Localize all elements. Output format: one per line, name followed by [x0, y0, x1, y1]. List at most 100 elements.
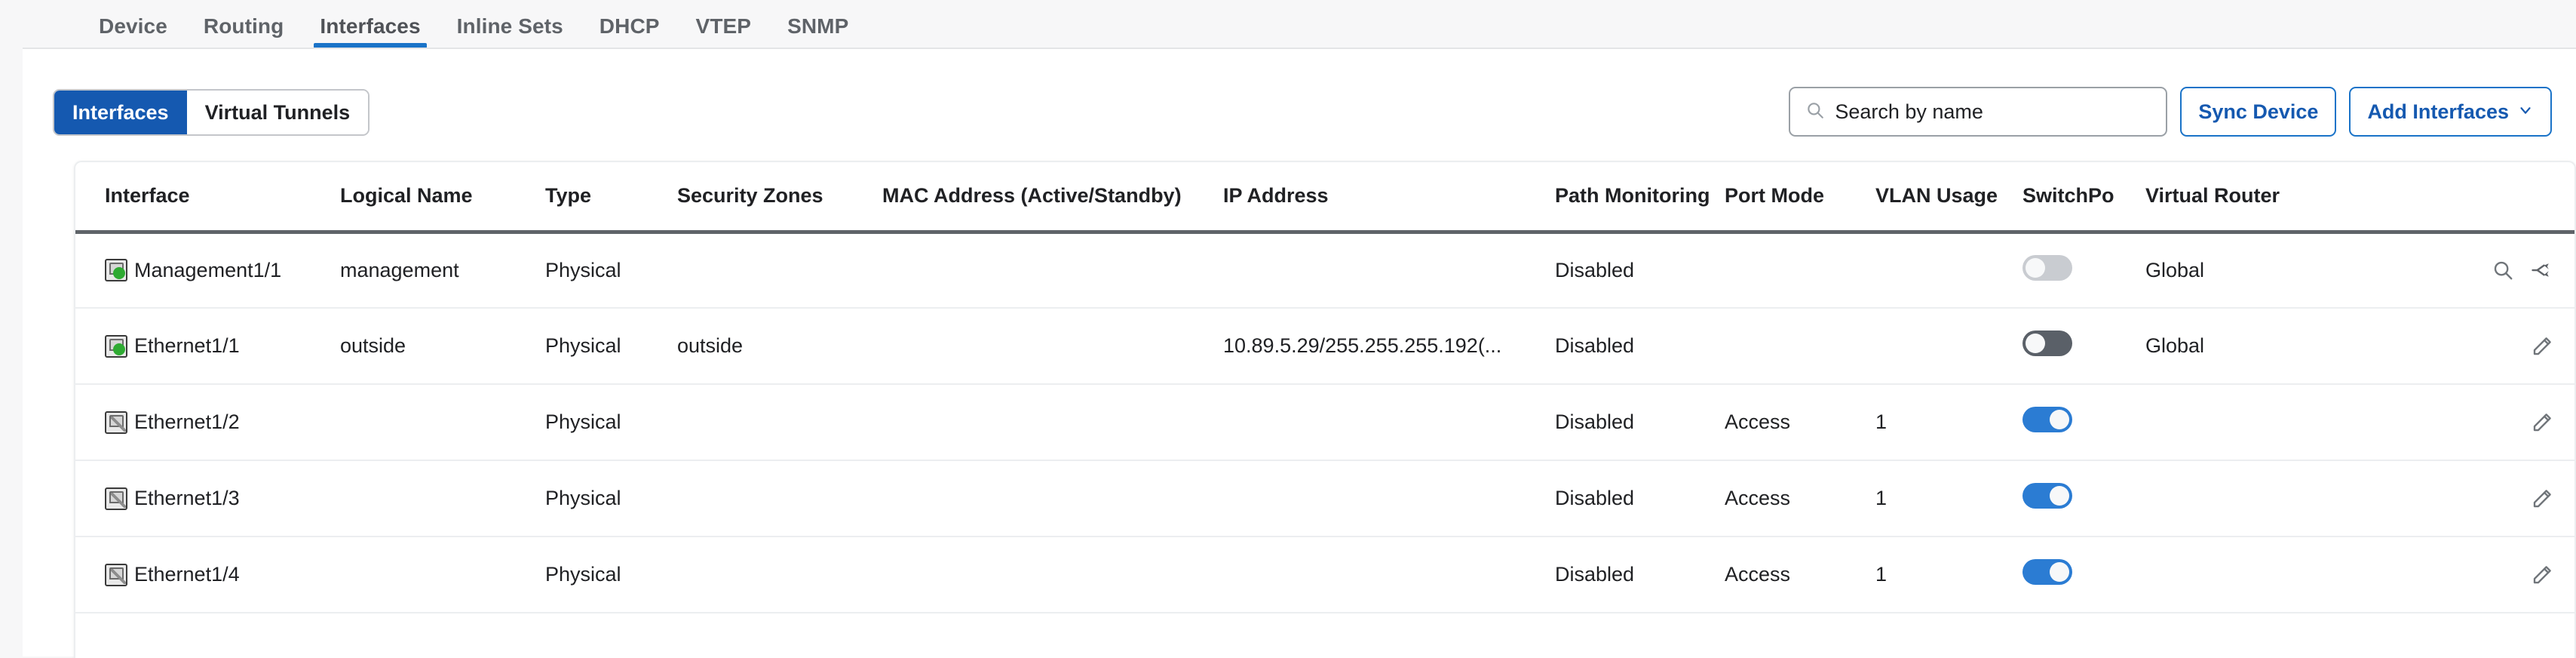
add-interfaces-label: Add Interfaces	[2367, 100, 2509, 123]
edit-pencil-icon[interactable]	[2531, 411, 2553, 434]
table-header-row: Interface Logical Name Type Security Zones M…	[75, 162, 2574, 234]
column-header-label: Virtual Router	[2145, 184, 2280, 208]
cell-security-zones	[673, 460, 878, 537]
segment-label: Interfaces	[72, 100, 169, 124]
row-actions	[2443, 411, 2573, 434]
nav-tab-inline-sets[interactable]: Inline Sets	[439, 0, 581, 53]
column-header-vlan-usage[interactable]: VLAN Usage	[1871, 162, 2018, 234]
switchport-toggle[interactable]	[2022, 254, 2072, 281]
cell-logical-name: outside	[336, 308, 541, 385]
cell-path-monitoring: Disabled	[1550, 384, 1720, 461]
cell-path-monitoring: Disabled	[1550, 460, 1720, 537]
cell-value: Access	[1725, 563, 1791, 586]
nav-tab-interfaces[interactable]: Interfaces	[302, 0, 438, 53]
search-icon[interactable]	[2492, 259, 2514, 281]
nav-tab-label: SNMP	[787, 14, 849, 38]
sync-device-label: Sync Device	[2198, 100, 2319, 123]
cell-logical-name: management	[336, 232, 541, 309]
cell-mac-address	[878, 232, 1219, 309]
cell-value: Disabled	[1555, 258, 1635, 281]
cell-value: Physical	[545, 258, 621, 281]
column-header-switchport[interactable]: SwitchPo	[2018, 162, 2141, 234]
column-header-label: Interface	[105, 184, 190, 208]
cell-mac-address	[878, 537, 1219, 613]
nav-tab-vtep[interactable]: VTEP	[678, 0, 770, 53]
add-interfaces-button[interactable]: Add Interfaces	[2349, 87, 2552, 137]
table-row[interactable]: Ethernet1/2 Physical Disabled Access 1	[75, 384, 2574, 461]
sync-device-button[interactable]: Sync Device	[2180, 87, 2337, 137]
column-header-label: IP Address	[1223, 184, 1329, 208]
cell-ip-address: 10.89.5.29/255.255.255.192(...	[1219, 308, 1550, 385]
column-header-label: Type	[545, 184, 592, 208]
column-header-port-mode[interactable]: Port Mode	[1720, 162, 1871, 234]
column-header-mac-address[interactable]: MAC Address (Active/Standby)	[878, 162, 1219, 234]
switchport-toggle[interactable]	[2022, 407, 2072, 432]
cell-mac-address	[878, 384, 1219, 461]
primary-nav: Device Routing Interfaces Inline Sets DHCP VT…	[0, 0, 2576, 53]
cell-actions	[2439, 537, 2574, 613]
cell-value: Disabled	[1555, 334, 1635, 357]
cell-switchport	[2018, 537, 2141, 613]
edit-pencil-icon[interactable]	[2531, 564, 2553, 586]
view-segmented-control[interactable]: Interfaces Virtual Tunnels	[53, 89, 370, 136]
table-row[interactable]: Management1/1 management Physical Disabled G…	[75, 232, 2574, 309]
cell-switchport	[2018, 232, 2141, 309]
column-header-virtual-router[interactable]: Virtual Router	[2141, 162, 2439, 234]
search-icon	[1805, 100, 1825, 124]
cell-value: outside	[677, 334, 744, 357]
column-header-actions[interactable]	[2439, 162, 2574, 234]
nav-tab-label: VTEP	[695, 14, 752, 38]
edit-pencil-icon[interactable]	[2531, 487, 2553, 510]
column-header-logical-name[interactable]: Logical Name	[336, 162, 541, 234]
segment-label: Virtual Tunnels	[204, 100, 351, 124]
cell-value: Global	[2145, 258, 2205, 281]
column-header-security-zones[interactable]: Security Zones	[673, 162, 878, 234]
cell-virtual-router: Global	[2141, 232, 2439, 309]
cell-type: Physical	[541, 384, 673, 461]
column-header-label: SwitchPo	[2022, 184, 2114, 208]
table-row[interactable]: Ethernet1/4 Physical Disabled Access 1	[75, 537, 2574, 613]
cell-interface: Management1/1	[75, 232, 336, 309]
cell-value: Access	[1725, 410, 1791, 433]
branch-icon[interactable]	[2531, 259, 2553, 281]
nav-tab-dhcp[interactable]: DHCP	[581, 0, 678, 53]
cell-logical-name	[336, 460, 541, 537]
cell-security-zones	[673, 232, 878, 309]
cell-port-mode	[1720, 232, 1871, 309]
cell-vlan-usage: 1	[1871, 384, 2018, 461]
segment-virtual-tunnels[interactable]: Virtual Tunnels	[186, 91, 369, 134]
cell-value: 1	[1875, 487, 1888, 509]
nav-tab-snmp[interactable]: SNMP	[769, 0, 866, 53]
switchport-toggle[interactable]	[2022, 483, 2072, 509]
edit-pencil-icon[interactable]	[2531, 335, 2553, 358]
interfaces-table-card: Interface Logical Name Type Security Zones M…	[74, 161, 2576, 658]
column-header-interface[interactable]: Interface	[75, 162, 336, 234]
column-header-label: VLAN Usage	[1875, 184, 1998, 208]
table-row[interactable]: Ethernet1/1 outside Physical outside 10.89.5…	[75, 308, 2574, 385]
cell-actions	[2439, 232, 2574, 309]
column-header-ip-address[interactable]: IP Address	[1219, 162, 1550, 234]
nav-tab-label: Device	[99, 14, 167, 38]
cell-ip-address	[1219, 460, 1550, 537]
interface-name: Ethernet1/4	[134, 563, 240, 586]
cell-interface: Ethernet1/1	[75, 308, 336, 385]
search-input[interactable]	[1835, 100, 2151, 124]
cell-type: Physical	[541, 537, 673, 613]
column-header-path-monitoring[interactable]: Path Monitoring	[1550, 162, 1720, 234]
table-row[interactable]: Ethernet1/3 Physical Disabled Access 1	[75, 460, 2574, 537]
nav-tab-label: DHCP	[599, 14, 660, 38]
search-input-wrapper[interactable]	[1789, 87, 2168, 137]
cell-actions	[2439, 308, 2574, 385]
row-actions	[2443, 564, 2573, 586]
cell-vlan-usage	[1871, 232, 2018, 309]
column-header-label: MAC Address (Active/Standby)	[882, 184, 1182, 208]
switchport-toggle[interactable]	[2022, 559, 2072, 585]
switchport-toggle[interactable]	[2022, 331, 2072, 356]
column-header-type[interactable]: Type	[541, 162, 673, 234]
cell-virtual-router	[2141, 537, 2439, 613]
nav-tab-routing[interactable]: Routing	[186, 0, 302, 53]
cell-type: Physical	[541, 232, 673, 309]
nav-tab-device[interactable]: Device	[81, 0, 186, 53]
column-header-label: Logical Name	[340, 184, 473, 208]
segment-interfaces[interactable]: Interfaces	[54, 91, 187, 134]
